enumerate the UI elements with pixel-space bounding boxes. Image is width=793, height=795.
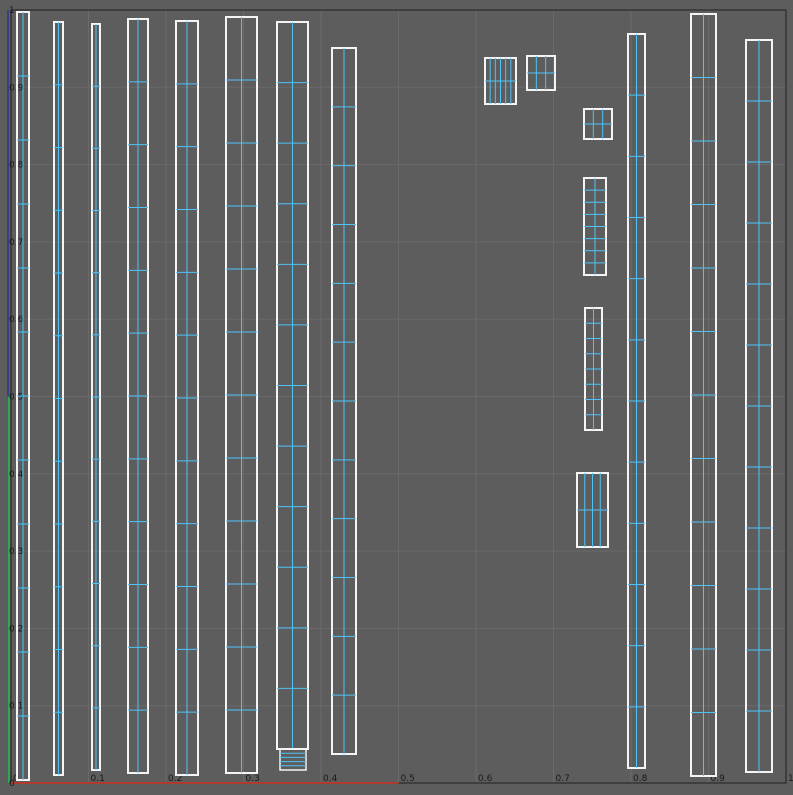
uv-editor-viewport[interactable]: 0 0.1 0.2 0.3 0.4 0.5 0.6 0.7 0.8 0.9 1 1 0.9 0.8 0.7 0…	[0, 0, 793, 795]
uv-canvas[interactable]: 0 0.1 0.2 0.3 0.4 0.5 0.6 0.7 0.8 0.9 110.90.80.70…	[0, 0, 793, 795]
u-tick-label: 0.6	[478, 774, 493, 784]
v-tick-label: 1	[9, 6, 15, 16]
u-tick-label: 0.3	[246, 774, 260, 784]
u-tick-label: 0.7	[556, 774, 570, 784]
u-tick-label: 1	[788, 774, 793, 784]
u-tick-label: 0.4	[323, 774, 338, 784]
u-tick-label: 0.1	[91, 774, 105, 784]
u-tick-label: 0.8	[633, 774, 648, 784]
v-tick-label: 0	[9, 779, 15, 789]
u-tick-label: 0.5	[401, 774, 415, 784]
